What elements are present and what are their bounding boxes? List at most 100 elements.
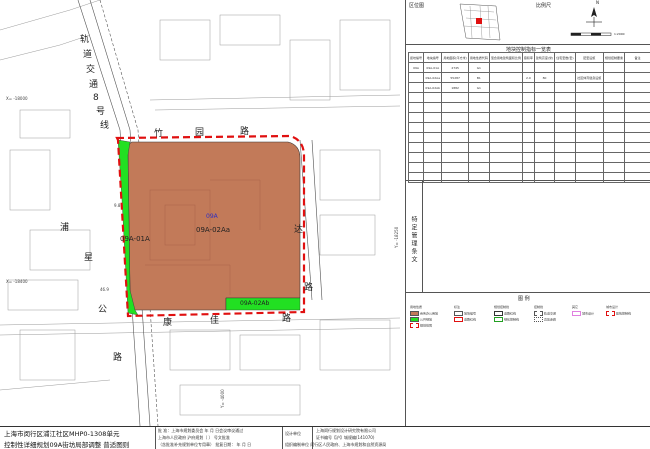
table-cell	[489, 63, 522, 73]
table-cell: 09A-02Aa	[424, 73, 442, 83]
table-row-empty	[409, 103, 650, 113]
table-cell	[522, 63, 534, 73]
map-sheet: 轨 道 交 通 8 号 线 浦 星 公 路 竹 园 路 达 路 康 佳 路	[0, 0, 650, 448]
approval-line3: （含批准补充规划单位专用章） 批复日期： 年 月 日	[158, 442, 251, 448]
table-row-empty	[409, 93, 650, 103]
coord-x2: X= -18400	[6, 279, 28, 284]
scale-label: 比例尺	[536, 2, 551, 9]
legend-item-green: 公共绿地	[410, 317, 432, 322]
plan-title-line1: 上海市闵行区浦江社区MHP0-1308单元	[4, 428, 119, 438]
table-row-empty	[409, 163, 650, 173]
legend-label: 公共绿地	[420, 318, 432, 322]
table-cell	[604, 63, 625, 73]
control-table: 街坊编号 地块编号 用地面积(平方米) 用地性质代码 混合用地建筑面积比例 容积…	[408, 52, 650, 183]
scale-bar-graphic	[566, 3, 636, 41]
info-panel: 区位图 比例尺 N 1:2000 地块控制指标一览表 街坊编	[405, 0, 650, 426]
table-cell: 09A	[409, 63, 424, 73]
table-row-empty	[409, 143, 650, 153]
legend-label: 道路红线	[464, 318, 476, 322]
rail-char: 8	[93, 93, 99, 103]
east-road-char: 路	[304, 281, 313, 293]
legend-group-head: 规划控制线	[494, 305, 509, 309]
legend-label: 绿化控制线	[504, 318, 519, 322]
table-cell: 09A-01A	[424, 63, 442, 73]
legend-label: 规划范围	[420, 324, 432, 328]
coord-y2: Y= -18250	[394, 226, 399, 249]
table-cell	[625, 73, 650, 83]
table-row-empty	[409, 153, 650, 163]
table-cell: 09A-02Ab	[424, 83, 442, 93]
coord-y1: Y= -4000	[220, 389, 225, 409]
table-cell	[555, 63, 575, 73]
parcel-label-southeast: 09A-02Ab	[240, 300, 270, 307]
site-plan-map: 轨 道 交 通 8 号 线 浦 星 公 路 竹 园 路 达 路 康 佳 路	[0, 0, 405, 426]
table-header-cell: 容积率	[522, 53, 534, 63]
south-road-char: 康	[163, 316, 172, 328]
table-cell: G1	[468, 83, 489, 93]
control-table-box: 地块控制指标一览表 街坊编号 地块编号 用地面积(平方米) 用地性质代码 混合用…	[406, 44, 650, 181]
approval-line1: 批 准：上海市规划委员会 年 月 日会议审议通过	[158, 428, 243, 434]
table-cell	[534, 83, 554, 93]
south-road-char: 路	[282, 312, 291, 324]
legend-label: 建筑控制线	[616, 312, 631, 316]
table-cell	[575, 83, 603, 93]
east-road-char: 达	[294, 223, 303, 235]
legend-item-road-line: 道路红线	[494, 311, 516, 316]
table-row: 09A 09A-01A 2745 G1	[409, 63, 650, 73]
location-map-label: 区位图	[409, 2, 424, 9]
table-cell	[409, 73, 424, 83]
table-cell	[555, 73, 575, 83]
table-header-cell: 地块编号	[424, 53, 442, 63]
table-row-empty	[409, 113, 650, 123]
legend-box: 图 例 用地性质 商务办公用地 公共绿地 规划范围 标注 地块编号 道路红线 规…	[406, 292, 650, 426]
table-cell	[604, 83, 625, 93]
coord-x1: X= -18000	[6, 96, 28, 101]
rail-char: 交	[86, 63, 95, 75]
table-cell	[604, 73, 625, 83]
table-cell	[534, 63, 554, 73]
rail-char: 线	[100, 119, 109, 131]
title-block: 上海市闵行区浦江社区MHP0-1308单元 控制性详细规划09A街坊局部调整 普…	[0, 426, 650, 449]
title-divider	[282, 427, 283, 449]
table-cell	[575, 63, 603, 73]
legend-item-boundary: 规划范围	[410, 323, 432, 328]
legend-label: 轨道交通	[544, 312, 556, 316]
legend-label: 高压走廊	[544, 318, 556, 322]
block-label: 09A	[206, 213, 219, 220]
legend-item-rail: 轨道交通	[534, 311, 556, 316]
table-cell: 1882	[442, 83, 468, 93]
table-header-cell: 住宅套数(套)	[555, 53, 575, 63]
table-cell	[555, 83, 575, 93]
table-cell: G1	[468, 63, 489, 73]
approval-line2: 上海市人民政府 沪府规划〔 〕 号文批准	[158, 435, 230, 441]
table-row: 09A-02Aa 55287 B1 2.0 80 社区体育健身设施	[409, 73, 650, 83]
north-road-char: 竹	[154, 127, 163, 139]
table-cell: 55287	[442, 73, 468, 83]
pu-xing-char: 星	[84, 252, 93, 263]
control-table-header-row: 街坊编号 地块编号 用地面积(平方米) 用地性质代码 混合用地建筑面积比例 容积…	[409, 53, 650, 63]
pu-xing-char: 浦	[60, 221, 69, 233]
legend-item-building-line: 建筑控制线	[606, 311, 631, 316]
table-cell: 2.0	[522, 73, 534, 83]
legend-label: 道路红线	[504, 312, 516, 316]
table-cell: 社区体育健身设施	[575, 73, 603, 83]
location-map-thumbnail	[456, 2, 504, 42]
legend-item-red-line: 道路红线	[454, 317, 476, 322]
legend-item-commercial: 商务办公用地	[410, 311, 438, 316]
legend-group-head: 其它	[572, 305, 578, 309]
table-cell	[409, 83, 424, 93]
parcel-label-west: 09A-01A	[120, 235, 150, 243]
table-cell: B1	[468, 73, 489, 83]
legend-group-head: 用地性质	[410, 305, 422, 309]
rail-char: 道	[83, 48, 92, 60]
legend-label: 商务办公用地	[420, 312, 438, 316]
south-road-char: 佳	[210, 314, 219, 326]
pu-xing-char: 公	[98, 304, 107, 315]
special-provisions-box: 特定管理条文	[406, 180, 650, 293]
table-header-cell: 备注	[625, 53, 650, 63]
legend-item-hv: 高压走廊	[534, 317, 556, 322]
legend-group-head: 城市设计	[606, 305, 618, 309]
legend-label: 地块编号	[464, 312, 476, 316]
table-row-empty	[409, 133, 650, 143]
certificate-number: 证书编号【沪】城规编(141070)	[316, 435, 374, 441]
